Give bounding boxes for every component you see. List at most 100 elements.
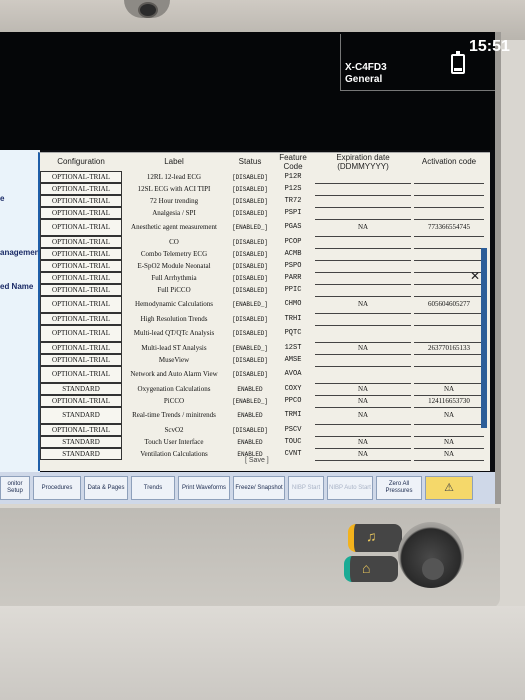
label-cell: Oxygenation Calculations <box>137 384 211 393</box>
scrollbar[interactable] <box>481 248 487 428</box>
toolbar-button[interactable]: Freeze/ Snapshot <box>233 476 285 500</box>
configuration-cell: OPTIONAL-TRIAL <box>40 313 122 325</box>
expiration-cell[interactable]: NA <box>315 407 411 425</box>
code-cell: 12ST <box>284 343 302 352</box>
left-label[interactable]: e <box>0 194 4 203</box>
table-row[interactable]: OPTIONAL-TRIAL CO [DISABLED] PCOP <box>40 236 484 249</box>
status-cell: [DISABLED] <box>231 371 268 378</box>
trim-knob[interactable] <box>398 522 464 588</box>
table-row[interactable]: OPTIONAL-TRIAL Full Arrhythmia [DISABLED] P… <box>40 272 484 285</box>
table-row[interactable]: OPTIONAL-TRIAL Network and Auto Alarm Vie… <box>40 366 484 384</box>
status-cell: [ENABLED_] <box>231 344 268 352</box>
configuration-cell: OPTIONAL-TRIAL <box>40 424 122 436</box>
code-cell: TRHI <box>284 314 302 323</box>
code-cell: PQTC <box>284 329 302 337</box>
status-cell: [DISABLED] <box>231 315 268 323</box>
status-cell: [ENABLED_] <box>231 397 268 405</box>
label-cell: 12SL ECG with ACI TIPI <box>137 184 211 193</box>
configuration-cell: STANDARD <box>40 407 122 424</box>
configuration-cell: OPTIONAL-TRIAL <box>40 195 122 207</box>
configuration-cell: OPTIONAL-TRIAL <box>40 236 122 248</box>
configuration-cell: STANDARD <box>40 383 122 395</box>
table-row[interactable]: OPTIONAL-TRIAL Analgesia / SPI [DISABLED] P… <box>40 207 484 220</box>
table-row[interactable]: OPTIONAL-TRIAL Multi-lead QT/QTc Analysis… <box>40 325 484 343</box>
code-cell: PSPI <box>284 208 302 217</box>
configuration-cell: OPTIONAL-TRIAL <box>40 219 122 236</box>
label-cell: MuseView <box>158 355 190 364</box>
toolbar-button[interactable]: NIBP Auto Start <box>327 476 373 500</box>
table-row[interactable]: STANDARD Real-time Trends / minitrends ENA… <box>40 407 484 425</box>
software-options-dialog: Configuration Label Status Feature Code … <box>38 152 490 471</box>
activation-cell[interactable] <box>414 366 484 384</box>
configuration-cell: OPTIONAL-TRIAL <box>40 272 122 284</box>
table-row[interactable]: OPTIONAL-TRIAL Anesthetic agent measureme… <box>40 219 484 237</box>
battery-icon <box>451 51 465 74</box>
table-row[interactable]: OPTIONAL-TRIAL ScvO2 [DISABLED] PSCV <box>40 424 484 437</box>
background-surface <box>0 606 525 700</box>
table-row[interactable]: OPTIONAL-TRIAL 12SL ECG with ACI TIPI [DIS… <box>40 183 484 196</box>
code-cell: COXY <box>284 384 302 393</box>
save-button[interactable]: [ Save ] <box>245 457 269 464</box>
expiration-cell[interactable]: NA <box>315 219 411 237</box>
label-cell: Multi-lead ST Analysis <box>141 343 207 352</box>
status-cell: [DISABLED] <box>231 426 268 434</box>
expiration-cell[interactable]: NA <box>315 448 411 461</box>
configuration-cell: OPTIONAL-TRIAL <box>40 296 122 313</box>
configuration-cell: OPTIONAL-TRIAL <box>40 248 122 260</box>
code-cell: P12S <box>284 184 302 193</box>
bottom-toolbar: onitor Setup Procedures Data & Pages Trends… <box>0 472 495 504</box>
label-cell: CO <box>169 237 179 246</box>
label-cell: Real-time Trends / minitrends <box>132 411 216 419</box>
table-row[interactable]: OPTIONAL-TRIAL Full PiCCO [DISABLED] PPIC <box>40 284 484 297</box>
toolbar-button[interactable]: Zero All Pressures <box>376 476 422 500</box>
code-cell: CHMO <box>284 300 302 308</box>
label-cell: ScvO2 <box>164 425 184 434</box>
table-row[interactable]: STANDARD Oxygenation Calculations ENABLED C… <box>40 383 484 396</box>
toolbar-button[interactable]: Procedures <box>33 476 81 500</box>
toolbar-button[interactable]: Trends <box>131 476 175 500</box>
status-cell: [DISABLED] <box>231 197 268 205</box>
activation-cell[interactable]: NA <box>414 448 484 461</box>
code-cell: TRMI <box>284 411 302 419</box>
code-cell: TOUC <box>284 437 302 446</box>
toolbar-button[interactable]: onitor Setup <box>0 476 30 500</box>
expiration-cell[interactable]: NA <box>315 296 411 314</box>
left-label[interactable]: anagement <box>0 248 42 257</box>
header-label: Label <box>164 157 184 166</box>
activation-cell[interactable]: NA <box>414 407 484 425</box>
activation-cell[interactable]: 605604605277 <box>414 296 484 314</box>
activation-cell[interactable]: 773366554745 <box>414 219 484 237</box>
toolbar-button[interactable]: Data & Pages <box>84 476 128 500</box>
home-button[interactable]: ⌂ <box>344 556 398 582</box>
table-row[interactable]: OPTIONAL-TRIAL High Resolution Trends [DIS… <box>40 313 484 326</box>
table-row[interactable]: OPTIONAL-TRIAL MuseView [DISABLED] AMSE <box>40 354 484 367</box>
status-cell: [DISABLED] <box>231 209 268 217</box>
patient-category: General <box>345 74 383 85</box>
alarm-setup-button[interactable]: ⚠ <box>425 476 473 500</box>
configuration-cell: OPTIONAL-TRIAL <box>40 395 122 407</box>
toolbar-button[interactable]: Print Waveforms <box>178 476 230 500</box>
table-row[interactable]: OPTIONAL-TRIAL Hemodynamic Calculations [E… <box>40 296 484 314</box>
toolbar-button[interactable]: NIBP Start <box>288 476 324 500</box>
status-cell: ENABLED <box>237 412 263 419</box>
table-row[interactable]: OPTIONAL-TRIAL 72 Hour trending [DISABLED]… <box>40 195 484 208</box>
alarm-pause-button[interactable]: ♫ <box>348 524 402 552</box>
table-row[interactable]: OPTIONAL-TRIAL E-SpO2 Module Neonatal [DIS… <box>40 260 484 273</box>
table-row[interactable]: OPTIONAL-TRIAL Combo Telemetry ECG [DISABL… <box>40 248 484 261</box>
header-configuration: Configuration <box>57 157 105 166</box>
table-row[interactable]: OPTIONAL-TRIAL 12RL 12-lead ECG [DISABLED]… <box>40 171 484 184</box>
label-cell: Touch User Interface <box>144 437 204 446</box>
configuration-cell: OPTIONAL-TRIAL <box>40 342 122 354</box>
configuration-cell: STANDARD <box>40 436 122 448</box>
table-row[interactable]: STANDARD Touch User Interface ENABLED TOUC N… <box>40 436 484 449</box>
left-label[interactable]: ed Name <box>0 282 33 291</box>
status-cell: [DISABLED] <box>231 185 268 193</box>
close-icon[interactable]: ✕ <box>470 269 480 283</box>
expiration-cell[interactable] <box>315 325 411 343</box>
table-row[interactable]: OPTIONAL-TRIAL PiCCO [ENABLED_] PPCO NA 12411… <box>40 395 484 408</box>
activation-cell[interactable] <box>414 325 484 343</box>
status-cell: [DISABLED] <box>231 262 268 270</box>
expiration-cell[interactable] <box>315 366 411 384</box>
patient-info[interactable]: X-C4FD3 General <box>340 34 441 91</box>
table-row[interactable]: OPTIONAL-TRIAL Multi-lead ST Analysis [ENA… <box>40 342 484 355</box>
